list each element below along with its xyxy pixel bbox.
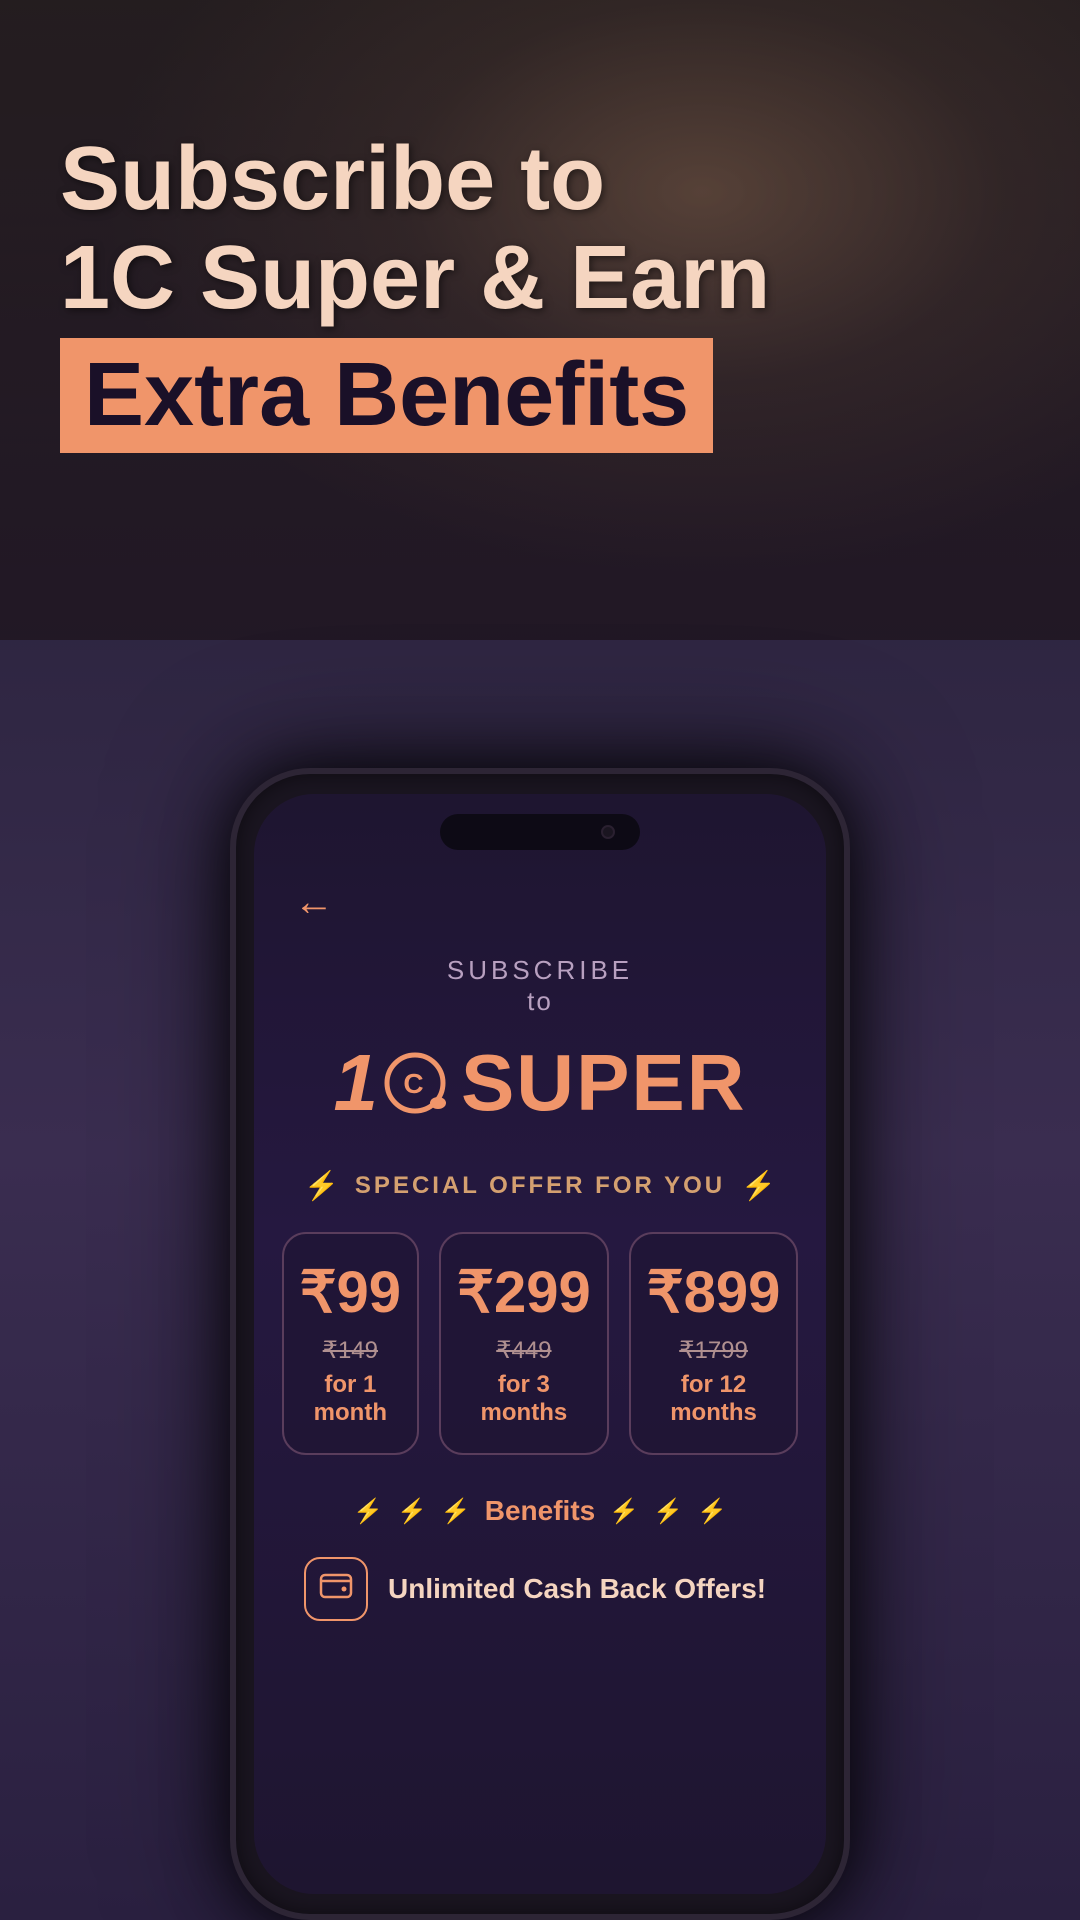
one-c-logo: 1 C SUPER bbox=[333, 1037, 746, 1129]
header-section: Subscribe to 1C Super & Earn Extra Benef… bbox=[60, 130, 770, 453]
header-line2: 1C Super & Earn bbox=[60, 229, 770, 328]
logo-c-wrap: C bbox=[381, 1048, 451, 1118]
plan-2-original: ₹449 bbox=[457, 1336, 591, 1365]
special-offer-text: SPECIAL OFFER FOR YOU bbox=[355, 1172, 725, 1200]
benefit-lightning-2: ⚡ bbox=[397, 1497, 427, 1526]
phone-content: ← SUBSCRIBE to 1 C bbox=[254, 860, 826, 1671]
svg-text:C: C bbox=[404, 1068, 427, 1099]
logo-super: SUPER bbox=[461, 1037, 747, 1129]
benefit-lightning-1: ⚡ bbox=[353, 1497, 383, 1526]
plan-2-duration: for 3 months bbox=[457, 1371, 591, 1427]
plans-row: ₹99 ₹149 for 1 month ₹299 ₹449 for 3 mon… bbox=[294, 1232, 786, 1455]
benefits-header-row: ⚡ ⚡ ⚡ Benefits ⚡ ⚡ ⚡ bbox=[294, 1495, 786, 1527]
benefit-item-cashback: Unlimited Cash Back Offers! bbox=[294, 1557, 786, 1621]
plan-3-price: ₹899 bbox=[647, 1264, 781, 1322]
phone-outer: ← SUBSCRIBE to 1 C bbox=[230, 768, 850, 1920]
notch-camera bbox=[601, 825, 615, 839]
phone-screen: ← SUBSCRIBE to 1 C bbox=[254, 794, 826, 1894]
plan-1-price: ₹99 bbox=[300, 1264, 401, 1322]
benefits-label: Benefits bbox=[485, 1495, 595, 1527]
plan-3-original: ₹1799 bbox=[647, 1336, 781, 1365]
lightning-right-icon: ⚡ bbox=[741, 1169, 776, 1202]
brand-name: 1 C SUPER bbox=[294, 1037, 786, 1129]
back-button[interactable]: ← bbox=[294, 880, 786, 925]
logo-1: 1 bbox=[333, 1037, 381, 1129]
phone-notch bbox=[440, 814, 640, 850]
plan-card-1month[interactable]: ₹99 ₹149 for 1 month bbox=[282, 1232, 419, 1455]
phone-notch-area bbox=[254, 794, 826, 860]
plan-3-duration: for 12 months bbox=[647, 1371, 781, 1427]
benefit-cashback-icon-wrap bbox=[304, 1557, 368, 1621]
subscribe-label: SUBSCRIBE bbox=[294, 955, 786, 986]
plan-1-duration: for 1 month bbox=[300, 1371, 401, 1427]
benefit-lightning-3: ⚡ bbox=[441, 1497, 471, 1526]
subscribe-to: to bbox=[294, 986, 786, 1017]
special-offer-row: ⚡ SPECIAL OFFER FOR YOU ⚡ bbox=[294, 1169, 786, 1202]
plan-card-12months[interactable]: ₹899 ₹1799 for 12 months bbox=[629, 1232, 799, 1455]
cashback-icon bbox=[318, 1567, 354, 1611]
benefit-lightning-6: ⚡ bbox=[697, 1497, 727, 1526]
phone-container: ← SUBSCRIBE to 1 C bbox=[230, 768, 850, 1920]
plan-2-price: ₹299 bbox=[457, 1264, 591, 1322]
header-highlight: Extra Benefits bbox=[60, 338, 713, 453]
lightning-left-icon: ⚡ bbox=[304, 1169, 339, 1202]
plan-1-original: ₹149 bbox=[300, 1336, 401, 1365]
header-line1: Subscribe to bbox=[60, 130, 770, 229]
benefit-lightning-5: ⚡ bbox=[653, 1497, 683, 1526]
benefit-lightning-4: ⚡ bbox=[609, 1497, 639, 1526]
plan-card-3months[interactable]: ₹299 ₹449 for 3 months bbox=[439, 1232, 609, 1455]
benefit-cashback-text: Unlimited Cash Back Offers! bbox=[388, 1571, 766, 1607]
